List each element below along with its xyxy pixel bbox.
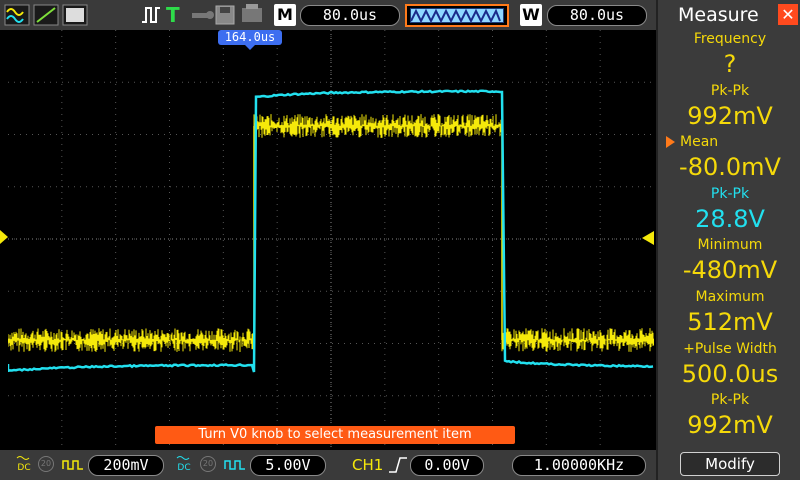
ch2-coupling[interactable]: DC — [176, 455, 192, 475]
storage-icons — [192, 4, 262, 25]
measurement-label[interactable]: +Pulse Width — [658, 339, 800, 359]
top-status-bar: T M 80.0us W 80.0us — [0, 0, 656, 30]
window-position-indicator[interactable] — [405, 4, 509, 27]
ch1-bandwidth-limit[interactable]: 20 — [38, 456, 54, 472]
ch1-waveform-icon — [62, 460, 83, 470]
measurement-value: 28.8V — [695, 204, 765, 233]
close-icon[interactable]: ✕ — [778, 4, 798, 25]
bottom-status-bar: DC 20 200mV DC 20 5.00V CH1 0.00V 1.0000… — [0, 450, 656, 480]
memory-depth-button[interactable]: M — [274, 4, 296, 26]
measurement-label[interactable]: Minimum — [658, 235, 800, 255]
measure-panel: Measure ✕ Frequency? Pk-Pk 992mV Mean -80.0m… — [656, 0, 800, 480]
measurement-value: 992mV — [687, 101, 773, 130]
trigger-level[interactable]: 0.00V — [410, 455, 484, 476]
measurement-value: 992mV — [687, 411, 773, 440]
ch1-ground-marker — [0, 230, 8, 244]
ch2-scale[interactable]: 5.00V — [250, 455, 326, 476]
trigger-level-marker[interactable] — [640, 231, 654, 245]
measurement-label[interactable]: Pk-Pk — [658, 81, 800, 101]
modify-button[interactable]: Modify — [680, 452, 780, 476]
channel-display-icons — [4, 4, 88, 26]
window-time-value[interactable]: 80.0us — [547, 5, 647, 26]
measurement-value: -80.0mV — [679, 153, 781, 182]
ch1-coupling[interactable]: DC — [16, 455, 32, 475]
waveform-display[interactable] — [8, 30, 654, 448]
frequency-counter: 1.00000KHz — [512, 455, 646, 476]
window-button[interactable]: W — [520, 4, 542, 26]
ch1-waveform — [8, 114, 654, 352]
measurement-value: -480mV — [682, 256, 778, 285]
measurement-label[interactable]: Frequency — [658, 29, 800, 49]
measurement-value: 500.0us — [681, 359, 779, 388]
trigger-source[interactable]: CH1 — [352, 455, 383, 475]
selected-arrow-icon — [666, 136, 675, 149]
measurement-label[interactable]: Pk-Pk — [658, 184, 800, 204]
ch2-bandwidth-limit[interactable]: 20 — [200, 456, 216, 472]
trigger-position-label[interactable]: 164.0us — [218, 30, 282, 45]
measurement-value: ? — [723, 50, 737, 78]
measurement-label[interactable]: Pk-Pk — [658, 390, 800, 410]
ch1-scale[interactable]: 200mV — [88, 455, 164, 476]
waveform-thumbnail — [410, 8, 504, 23]
waveform-canvas — [8, 30, 654, 448]
run-state-icon[interactable] — [140, 4, 162, 26]
measurement-label[interactable]: Mean — [658, 132, 800, 152]
rising-edge-icon[interactable] — [388, 456, 408, 474]
memory-depth-value[interactable]: 80.0us — [300, 5, 400, 26]
ch2-waveform-icon — [224, 460, 245, 470]
trigger-mode-indicator[interactable]: T — [166, 4, 180, 26]
measurement-label[interactable]: Maximum — [658, 287, 800, 307]
trigger-position-pointer — [244, 44, 256, 50]
measurement-value: 512mV — [687, 308, 773, 336]
hint-message: Turn V0 knob to select measurement item — [155, 426, 515, 444]
